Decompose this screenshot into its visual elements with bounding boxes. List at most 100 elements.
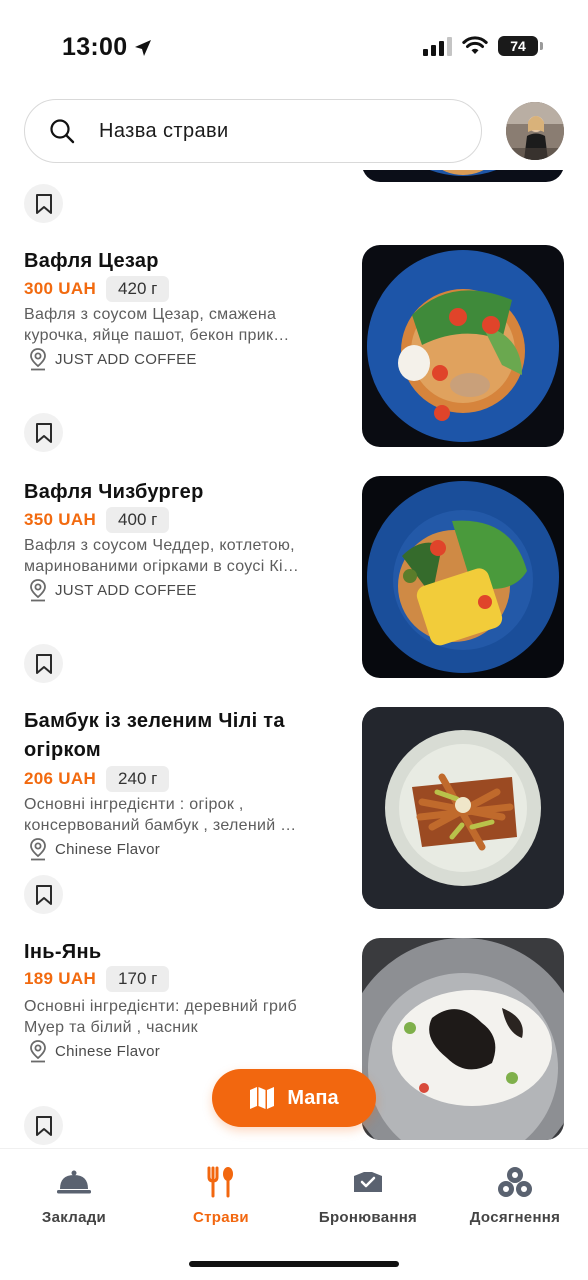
bookmark-icon [35,884,52,905]
description-line: Основні інгредієнти : огірок , [24,796,244,813]
dish-title: Інь-Янь [24,938,344,967]
dish-price: 206 UAH [24,769,97,788]
restaurant-link[interactable]: JUST ADD COFFEE [28,578,197,602]
plate-photo [362,245,564,447]
location-pin-icon [30,838,46,861]
restaurant-name: Chinese Flavor [55,1042,161,1060]
dish-image[interactable] [362,476,564,678]
cloche-icon [56,1165,92,1199]
search-icon [50,119,75,144]
plate-photo [362,938,564,1140]
map-icon [250,1087,275,1109]
bookmark-icon [35,422,52,443]
plate-photo [362,707,564,909]
dish-price: 300 UAH [24,279,97,298]
map-button-label: Мапа [287,1086,339,1109]
restaurant-name: Chinese Flavor [55,840,161,858]
status-time-text: 13:00 [62,33,128,61]
achievements-icon [498,1165,532,1199]
map-button[interactable]: Мапа [212,1069,376,1127]
description-line: курочка, яйце пашот, бекон прик… [24,327,290,344]
tab-label: Бронювання [318,1209,418,1226]
dish-description: Основні інгредієнти: деревний гриб Муер … [24,996,354,1038]
dish-description: Основні інгредієнти : огірок , консервов… [24,794,354,836]
fork-spoon-icon [206,1165,236,1199]
avatar[interactable] [506,102,564,160]
restaurant-name: JUST ADD COFFEE [55,581,197,599]
location-arrow-icon [135,39,152,56]
dish-title-line: огірком [24,739,101,761]
location-pin-icon [30,579,46,602]
tab-dishes[interactable]: Страви [151,1165,291,1226]
tab-label: Страви [193,1209,249,1226]
dish-weight: 170 г [106,966,170,992]
restaurant-link[interactable]: Chinese Flavor [28,837,160,861]
dish-card[interactable]: Вафля Чизбургер 350 UAH 400 г Вафля з со… [0,476,588,692]
home-indicator [189,1261,399,1267]
description-line: консервований бамбук , зелений … [24,817,297,834]
battery-icon: 74 [498,36,543,56]
status-time: 13:00 [62,33,153,62]
reservation-icon [352,1165,384,1199]
location-pin-icon [30,348,46,371]
location-pin-icon [30,1040,46,1063]
price-row: 189 UAH 170 г [24,966,170,992]
tab-reservations[interactable]: Бронювання [298,1165,438,1226]
search-placeholder: Назва страви [99,119,229,142]
dish-description: Вафля з соусом Цезар, смажена курочка, я… [24,304,354,346]
bookmark-icon [35,1115,52,1136]
dish-title: Вафля Чизбургер [24,478,344,507]
avatar-photo [506,102,564,160]
bookmark-button[interactable] [24,1106,63,1145]
tab-venues[interactable]: Заклади [4,1165,144,1226]
plate-photo [362,476,564,678]
dish-image[interactable] [362,170,564,182]
restaurant-name: JUST ADD COFFEE [55,350,197,368]
status-bar: 13:00 74 [0,0,588,92]
price-row: 350 UAH 400 г [24,507,170,533]
dish-card[interactable]: Вафля Цезар 300 UAH 420 г Вафля з соусом… [0,245,588,461]
status-indicators: 74 [423,36,543,56]
description-line: Вафля з соусом Цезар, смажена [24,306,277,323]
dish-title-line: Вафля Цезар [24,250,159,272]
price-row: 206 UAH 240 г [24,766,170,792]
description-line: Основні інгредієнти: деревний гриб [24,998,297,1015]
dish-card[interactable]: Бамбук із зеленим Чілі та огірком 206 UA… [0,707,588,923]
cellular-signal-icon [423,36,452,56]
dish-description: Вафля з соусом Чеддер, котлетою, маринов… [24,535,354,577]
plate-photo [362,170,564,182]
dish-image[interactable] [362,707,564,909]
restaurant-link[interactable]: Chinese Flavor [28,1039,160,1063]
tab-achievements[interactable]: Досягнення [445,1165,585,1226]
battery-level: 74 [510,38,526,54]
tab-label: Досягнення [469,1209,561,1226]
tab-label: Заклади [41,1209,107,1226]
dish-card-partial[interactable] [0,170,588,223]
wifi-icon [462,36,488,54]
bookmark-button[interactable] [24,184,63,223]
bookmark-button[interactable] [24,413,63,452]
dish-title: Бамбук із зеленим Чілі та огірком [24,707,344,765]
dish-title-line: Інь-Янь [24,941,102,963]
dish-image[interactable] [362,938,564,1140]
dish-price: 189 UAH [24,969,97,988]
dish-weight: 400 г [106,507,170,533]
description-line: Муер та білий , часник [24,1019,198,1036]
dish-weight: 240 г [106,766,170,792]
dish-title: Вафля Цезар [24,247,344,276]
dish-price: 350 UAH [24,510,97,529]
dish-title-line: Вафля Чизбургер [24,481,204,503]
bookmark-icon [35,193,52,214]
bookmark-icon [35,653,52,674]
description-line: маринованими огірками в соусі Кі… [24,558,300,575]
search-input[interactable]: Назва страви [24,99,482,163]
price-row: 300 UAH 420 г [24,276,170,302]
description-line: Вафля з соусом Чеддер, котлетою, [24,537,295,554]
bookmark-button[interactable] [24,644,63,683]
dish-title-line: Бамбук із зеленим Чілі та [24,710,285,732]
dish-weight: 420 г [106,276,170,302]
dish-image[interactable] [362,245,564,447]
bookmark-button[interactable] [24,875,63,914]
restaurant-link[interactable]: JUST ADD COFFEE [28,347,197,371]
dish-list[interactable]: Вафля Цезар 300 UAH 420 г Вафля з соусом… [0,170,588,1148]
